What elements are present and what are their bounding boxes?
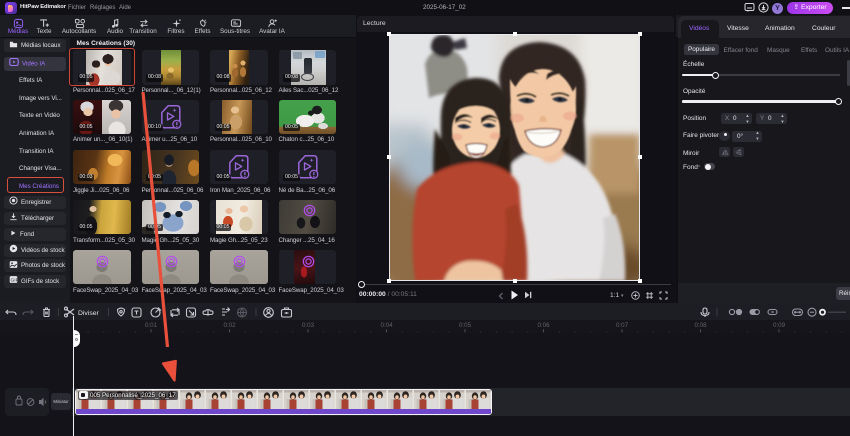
svg-text:0:02: 0:02 (223, 322, 236, 329)
svg-text:0:03: 0:03 (302, 322, 315, 329)
svg-text:0:09: 0:09 (773, 322, 786, 329)
svg-text:0:04: 0:04 (380, 322, 393, 329)
svg-text:0:08: 0:08 (694, 322, 707, 329)
svg-text:GIF: GIF (10, 278, 18, 284)
svg-text:0:07: 0:07 (616, 322, 629, 329)
svg-text:0:05: 0:05 (459, 322, 472, 329)
svg-text:0:01: 0:01 (145, 322, 158, 329)
svg-text:Diviser: Diviser (78, 310, 100, 317)
svg-text:0:06: 0:06 (537, 322, 550, 329)
